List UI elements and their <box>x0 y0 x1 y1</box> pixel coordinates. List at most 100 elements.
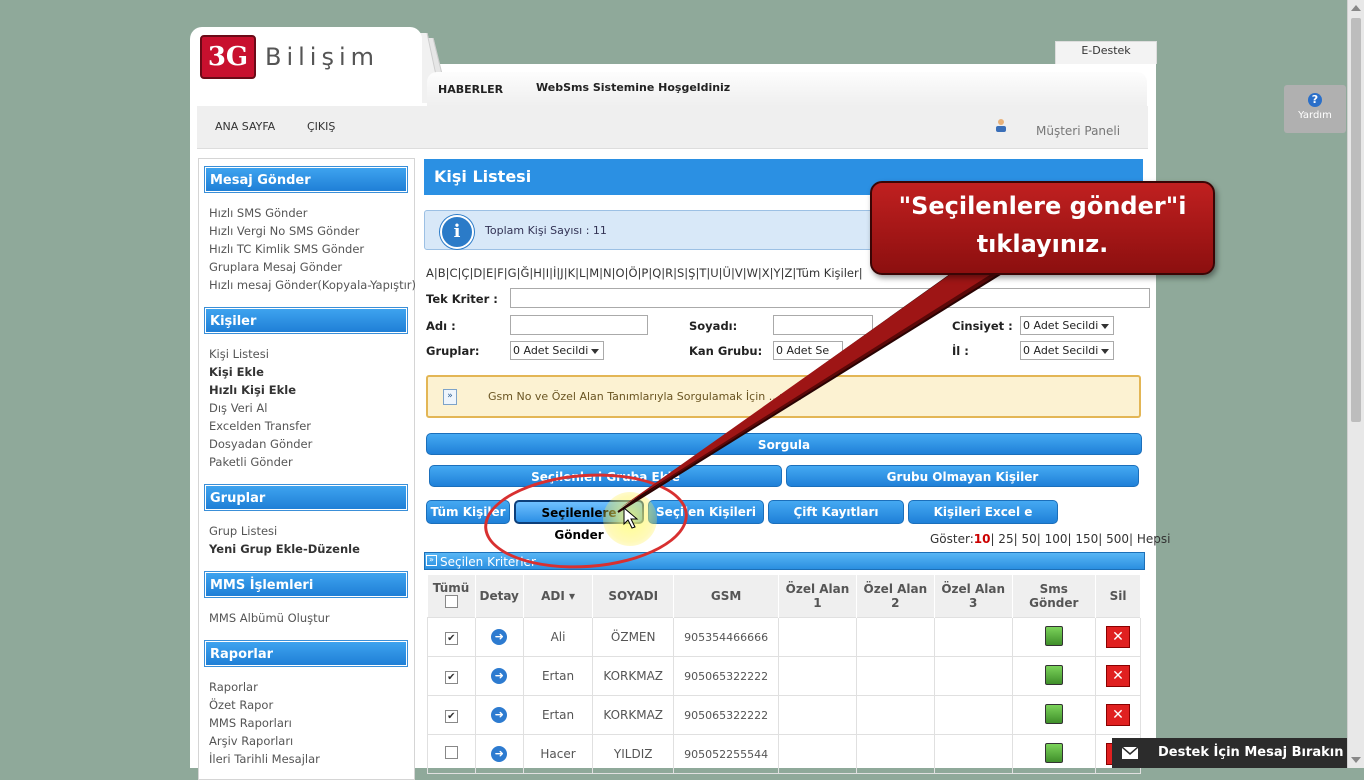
cell-ozel-alan-1 <box>778 695 857 735</box>
page-size-selector[interactable]: Göster:10| 25| 50| 100| 150| 500| Hepsi <box>930 532 1170 546</box>
detail-arrow-icon[interactable]: ➜ <box>491 629 508 645</box>
sidebar-item-ileri-tarihli[interactable]: İleri Tarihli Mesajlar <box>209 752 320 766</box>
detail-arrow-icon[interactable]: ➜ <box>491 746 508 762</box>
nav-home-link[interactable]: ANA SAYFA <box>215 120 275 133</box>
cell-ozel-alan-3 <box>933 695 1013 735</box>
export-excel-button[interactable]: Kişileri Excel e Gönder <box>908 500 1058 541</box>
cell-soyadi: ÖZMEN <box>592 617 675 657</box>
sidebar-item-paketli-gonder[interactable]: Paketli Gönder <box>209 455 293 469</box>
sidebar-item-tc-kimlik-sms[interactable]: Hızlı TC Kimlik SMS Gönder <box>209 242 364 256</box>
cell-gsm: 905065322222 <box>673 695 780 735</box>
collapse-icon[interactable]: » <box>426 555 437 566</box>
cell-soyadi: KORKMAZ <box>592 695 675 735</box>
sidebar-item-arsiv-raporlari[interactable]: Arşiv Raporları <box>209 734 293 748</box>
support-chat-bar[interactable]: Destek İçin Mesaj Bırakın <box>1112 738 1348 768</box>
sidebar-item-kisi-ekle[interactable]: Kişi Ekle <box>209 365 264 379</box>
sidebar-item-mms-album[interactable]: MMS Albümü Oluştur <box>209 611 330 625</box>
row-checkbox[interactable]: ✔ <box>444 670 458 684</box>
customer-panel-label[interactable]: Müşteri Paneli <box>1036 124 1120 138</box>
cinsiyet-select[interactable]: 0 Adet Secildi <box>1020 316 1114 335</box>
select-all-checkbox[interactable] <box>444 595 458 608</box>
sidebar-item-dis-veri-al[interactable]: Dış Veri Al <box>209 401 267 415</box>
logo-mark: 3G <box>200 35 256 79</box>
header-select-all[interactable]: Tümü <box>427 575 476 618</box>
cell-ozel-alan-2 <box>855 695 935 735</box>
tek-kriter-input[interactable] <box>510 288 1150 308</box>
sidebar-section-gruplar[interactable]: Gruplar <box>205 485 407 510</box>
total-count-text: Toplam Kişi Sayısı : 11 <box>485 224 607 237</box>
sidebar-item-grup-listesi[interactable]: Grup Listesi <box>209 524 277 538</box>
il-select[interactable]: 0 Adet Secildi <box>1020 341 1114 360</box>
detail-arrow-icon[interactable]: ➜ <box>491 707 508 723</box>
sidebar-item-mms-raporlari[interactable]: MMS Raporları <box>209 716 292 730</box>
page-size-options[interactable]: | 25| 50| 100| 150| 500| Hepsi <box>990 532 1170 546</box>
cell-ozel-alan-2 <box>855 617 935 657</box>
adi-input[interactable] <box>510 315 648 335</box>
sidebar-item-hizli-kisi-ekle[interactable]: Hızlı Kişi Ekle <box>209 383 296 397</box>
kan-grubu-select[interactable]: 0 Adet Se <box>773 341 843 360</box>
gruplar-select[interactable]: 0 Adet Secildi <box>510 341 604 360</box>
row-checkbox[interactable]: ✔ <box>444 631 458 645</box>
gruplar-label: Gruplar: <box>426 344 480 358</box>
sidebar-item-dosyadan-gonder[interactable]: Dosyadan Gönder <box>209 437 312 451</box>
sidebar-item-excelden-transfer[interactable]: Excelden Transfer <box>209 419 311 433</box>
no-group-contacts-button[interactable]: Grubu Olmayan Kişiler <box>786 465 1139 487</box>
delete-icon[interactable]: ✕ <box>1106 626 1130 648</box>
detail-arrow-icon[interactable]: ➜ <box>491 668 508 684</box>
header-adi[interactable]: ADI ▾ <box>523 575 594 618</box>
scrollbar-thumb[interactable] <box>1351 18 1361 422</box>
sidebar-item-ozet-rapor[interactable]: Özet Rapor <box>209 698 273 712</box>
tutorial-callout: "Seçilenlere gönder"i tıklayınız. <box>870 181 1215 275</box>
logo-area[interactable]: 3G Bilişim <box>190 27 422 109</box>
news-ticker[interactable]: WebSms Sistemine Hoşgeldiniz <box>536 81 730 94</box>
cell-ozel-alan-3 <box>933 656 1013 696</box>
send-sms-icon[interactable] <box>1044 625 1063 646</box>
sidebar-item-gruplara-mesaj[interactable]: Gruplara Mesaj Gönder <box>209 260 342 274</box>
sidebar-item-kopyala-yapistir[interactable]: Hızlı mesaj Gönder(Kopyala-Yapıştır) <box>209 278 416 292</box>
soyadi-input[interactable] <box>773 315 873 335</box>
cell-adi: Ali <box>522 617 594 657</box>
sidebar-item-vergi-no-sms[interactable]: Hızlı Vergi No SMS Gönder <box>209 224 359 238</box>
sidebar-section-raporlar[interactable]: Raporlar <box>205 641 407 666</box>
logo-text: Bilişim <box>265 43 380 71</box>
chevron-down-icon <box>591 349 599 354</box>
cell-adi: Ertan <box>522 695 594 735</box>
row-checkbox[interactable] <box>444 746 458 759</box>
cell-ozel-alan-2 <box>855 656 935 696</box>
sidebar-item-raporlar[interactable]: Raporlar <box>209 680 258 694</box>
scroll-up-icon[interactable] <box>1351 5 1361 11</box>
chevron-down-icon <box>1101 349 1109 354</box>
duplicate-query-button[interactable]: Çift Kayıtları Sorgula <box>768 500 904 541</box>
sidebar-item-kisi-listesi[interactable]: Kişi Listesi <box>209 347 269 361</box>
help-button[interactable]: ? Yardım <box>1284 85 1346 133</box>
sort-down-icon[interactable]: ▾ <box>569 589 575 603</box>
sidebar-section-mms[interactable]: MMS İşlemleri <box>205 572 407 597</box>
soyadi-label: Soyadı: <box>689 319 738 333</box>
tab-edestek[interactable]: E-Destek <box>1055 41 1157 64</box>
send-sms-icon[interactable] <box>1044 703 1063 724</box>
sorgula-button[interactable]: Sorgula <box>426 433 1142 455</box>
scroll-down-icon[interactable] <box>1351 757 1361 763</box>
sidebar-section-mesaj-gonder[interactable]: Mesaj Gönder <box>205 167 407 192</box>
nav-logout-link[interactable]: ÇIKIŞ <box>307 120 335 133</box>
contacts-table: Tümü Detay ADI ▾ SOYADI GSM Özel Alan 1 … <box>427 575 1141 774</box>
gruplar-value: 0 Adet Secildi <box>513 344 589 357</box>
news-bar <box>427 72 1147 106</box>
send-sms-icon[interactable] <box>1044 742 1063 763</box>
sidebar-item-yeni-grup[interactable]: Yeni Grup Ekle-Düzenle <box>209 542 360 556</box>
row-checkbox[interactable]: ✔ <box>444 709 458 723</box>
info-icon: i <box>440 215 474 249</box>
send-sms-icon[interactable] <box>1044 664 1063 685</box>
vertical-scrollbar[interactable] <box>1347 0 1364 768</box>
header-label: ADI <box>541 589 565 603</box>
page-size-current[interactable]: 10 <box>974 532 991 546</box>
delete-icon[interactable]: ✕ <box>1106 665 1130 687</box>
user-icon[interactable] <box>995 118 1007 132</box>
alphabet-filter[interactable]: A|B|C|Ç|D|E|F|G|Ğ|H|I|İ|J|K|L|M|N|O|Ö|P|… <box>426 266 863 280</box>
sidebar-section-kisiler[interactable]: Kişiler <box>205 308 407 333</box>
expand-icon[interactable]: » <box>443 389 457 405</box>
header-gsm: GSM <box>673 575 780 618</box>
delete-icon[interactable]: ✕ <box>1106 704 1130 726</box>
sidebar-item-hizli-sms[interactable]: Hızlı SMS Gönder <box>209 206 307 220</box>
header-soyadi: SOYADI <box>592 575 675 618</box>
